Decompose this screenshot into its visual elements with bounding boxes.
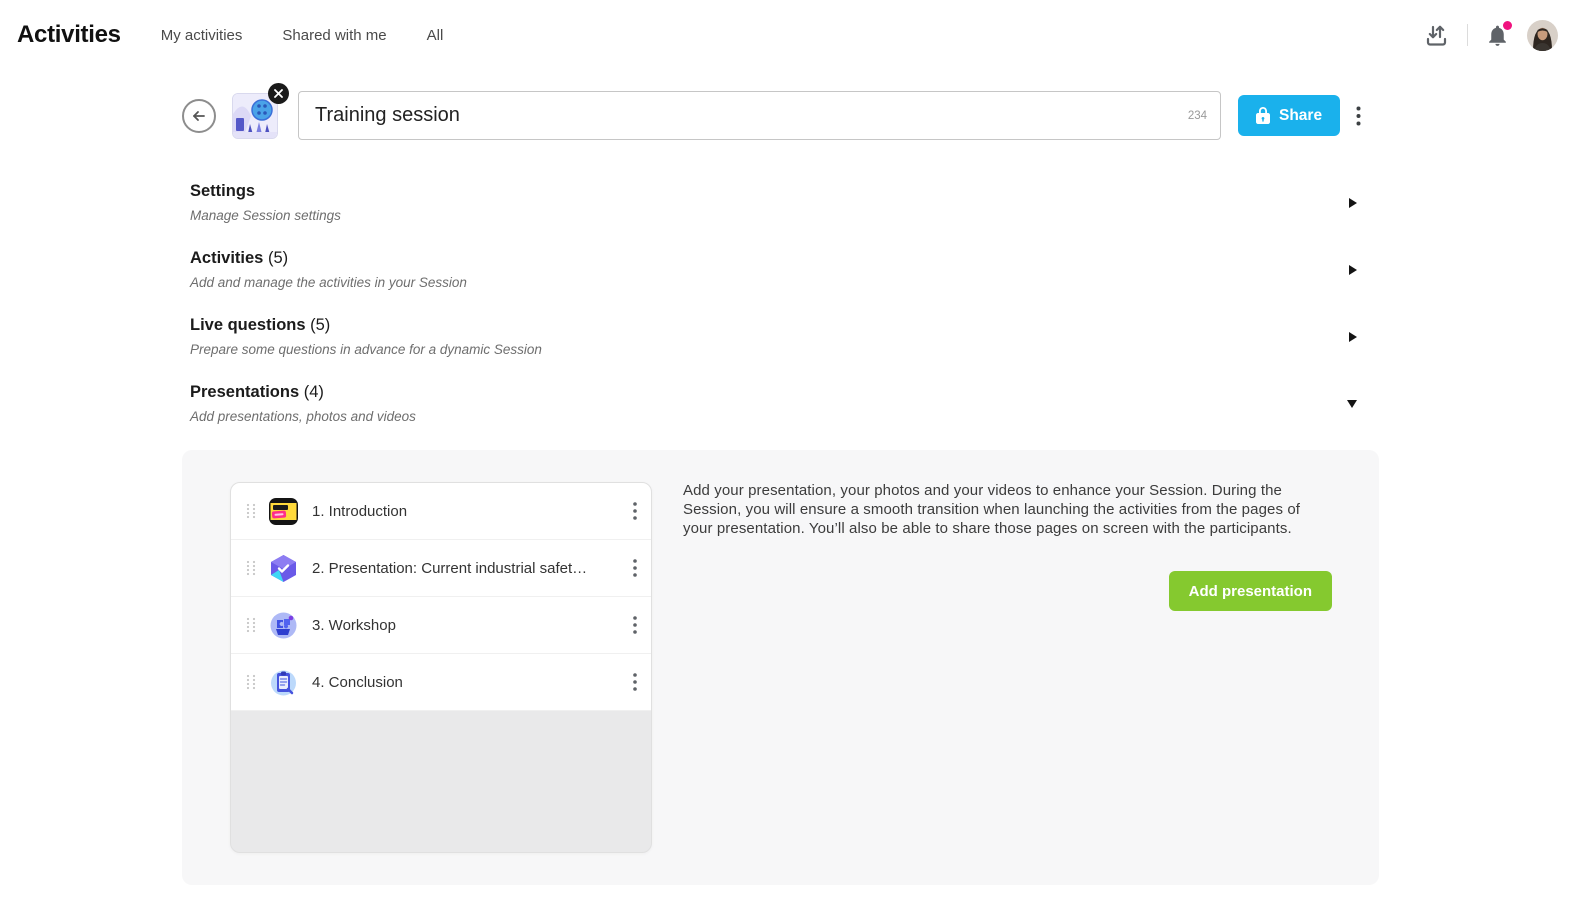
session-header: 234 Share xyxy=(182,91,1572,140)
presentations-description: Add your presentation, your photos and y… xyxy=(683,482,1332,538)
section-live-questions-title[interactable]: Live questions (5) xyxy=(190,316,1333,335)
page-title: Activities xyxy=(17,21,121,49)
topbar-divider xyxy=(1467,24,1468,46)
section-presentations-title[interactable]: Presentations (4) xyxy=(190,383,1333,402)
section-live-questions-expand-arrow-icon[interactable] xyxy=(1345,328,1361,346)
drag-handle-icon[interactable] xyxy=(246,560,256,576)
session-thumbnail-wrap xyxy=(232,93,278,139)
presentation-row-label: 3. Workshop xyxy=(312,617,629,634)
drag-handle-icon[interactable] xyxy=(246,617,256,633)
user-avatar[interactable] xyxy=(1527,20,1558,51)
section-live-questions-count: (5) xyxy=(310,316,330,334)
section-settings-subtitle: Manage Session settings xyxy=(190,208,1333,223)
conclusion-thumbnail-icon xyxy=(268,667,299,698)
row-menu-kebab-icon[interactable] xyxy=(629,612,641,638)
section-settings-expand-arrow-icon[interactable] xyxy=(1345,194,1361,212)
section-activities-title[interactable]: Activities (5) xyxy=(190,249,1333,268)
remove-thumbnail-close-icon[interactable] xyxy=(268,83,289,104)
presentations-panel: 1. Introduction xyxy=(182,450,1379,885)
drag-handle-icon[interactable] xyxy=(246,674,256,690)
presentation-row-4[interactable]: 4. Conclusion xyxy=(231,654,651,711)
presentation-row-2[interactable]: 2. Presentation: Current industrial safe… xyxy=(231,540,651,597)
lock-icon xyxy=(1256,107,1270,124)
session-title-input[interactable] xyxy=(298,91,1221,140)
workshop-thumbnail-icon xyxy=(268,610,299,641)
presentation-row-label: 4. Conclusion xyxy=(312,674,629,691)
session-menu-kebab-icon[interactable] xyxy=(1352,102,1365,130)
presentation-row-3[interactable]: 3. Workshop xyxy=(231,597,651,654)
share-button-label: Share xyxy=(1279,107,1322,125)
section-settings: Settings Manage Session settings xyxy=(190,182,1363,223)
presentation-row-label: 2. Presentation: Current industrial safe… xyxy=(312,560,629,577)
share-button[interactable]: Share xyxy=(1238,95,1340,136)
tab-shared-with-me[interactable]: Shared with me xyxy=(282,27,386,44)
section-live-questions-subtitle: Prepare some questions in advance for a … xyxy=(190,342,1333,357)
section-activities-expand-arrow-icon[interactable] xyxy=(1345,261,1361,279)
bell-icon[interactable] xyxy=(1485,23,1510,48)
notification-dot xyxy=(1503,21,1512,30)
section-activities-subtitle: Add and manage the activities in your Se… xyxy=(190,275,1333,290)
tab-all[interactable]: All xyxy=(427,27,444,44)
row-menu-kebab-icon[interactable] xyxy=(629,498,641,524)
back-button[interactable] xyxy=(182,99,216,133)
row-menu-kebab-icon[interactable] xyxy=(629,555,641,581)
section-presentations: Presentations (4) Add presentations, pho… xyxy=(190,383,1363,424)
presentations-panel-info: Add your presentation, your photos and y… xyxy=(652,482,1332,853)
section-presentations-collapse-arrow-icon[interactable] xyxy=(1343,396,1361,412)
drag-handle-icon[interactable] xyxy=(246,503,256,519)
presentation-thumbnail-icon xyxy=(268,553,299,584)
presentation-row-1[interactable]: 1. Introduction xyxy=(231,483,651,540)
section-activities-count: (5) xyxy=(268,249,288,267)
section-settings-title[interactable]: Settings xyxy=(190,182,1333,201)
section-activities: Activities (5) Add and manage the activi… xyxy=(190,249,1363,290)
topbar-tabs: My activities Shared with me All xyxy=(161,27,444,44)
section-list: Settings Manage Session settings Activit… xyxy=(190,182,1363,424)
session-title-field-wrap: 234 xyxy=(298,91,1221,140)
presentations-list-card: 1. Introduction xyxy=(230,482,652,853)
presentation-row-label: 1. Introduction xyxy=(312,503,629,520)
tab-my-activities[interactable]: My activities xyxy=(161,27,243,44)
character-count: 234 xyxy=(1188,110,1207,122)
import-export-icon[interactable] xyxy=(1423,22,1450,49)
interactive-video-thumbnail-icon xyxy=(268,496,299,527)
section-presentations-subtitle: Add presentations, photos and videos xyxy=(190,409,1333,424)
topbar-actions xyxy=(1423,20,1558,51)
section-live-questions: Live questions (5) Prepare some question… xyxy=(190,316,1363,357)
section-presentations-count: (4) xyxy=(304,383,324,401)
add-presentation-button[interactable]: Add presentation xyxy=(1169,571,1332,611)
topbar: Activities My activities Shared with me … xyxy=(0,0,1572,70)
row-menu-kebab-icon[interactable] xyxy=(629,669,641,695)
